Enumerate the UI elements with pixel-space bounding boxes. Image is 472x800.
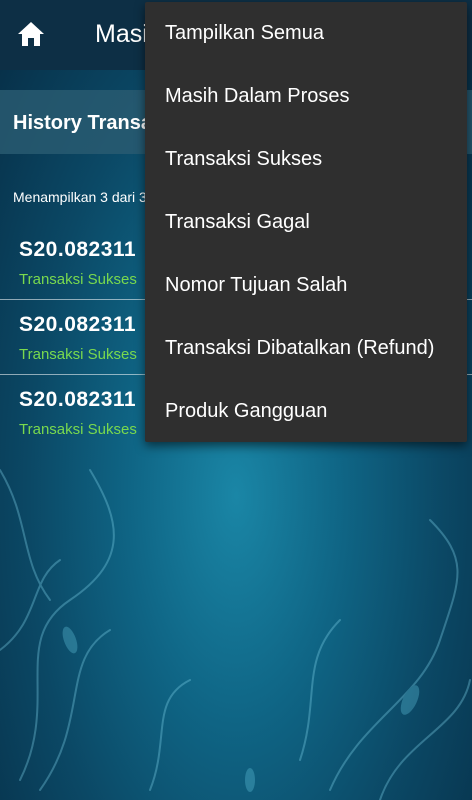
transaction-id: S20.082311 [19,313,137,336]
menu-item-transaksi-gagal[interactable]: Transaksi Gagal [145,191,467,254]
transaction-status: Transaksi Sukses [19,346,137,363]
menu-item-transaksi-dibatalkan[interactable]: Transaksi Dibatalkan (Refund) [145,317,467,380]
home-icon[interactable] [16,20,46,48]
transaction-status: Transaksi Sukses [19,421,137,438]
menu-item-produk-gangguan[interactable]: Produk Gangguan [145,380,467,443]
menu-item-transaksi-sukses[interactable]: Transaksi Sukses [145,128,467,191]
menu-item-nomor-tujuan-salah[interactable]: Nomor Tujuan Salah [145,254,467,317]
menu-item-tampilkan-semua[interactable]: Tampilkan Semua [145,2,467,65]
transaction-id: S20.082311 [19,238,137,261]
filter-dropdown-menu: Tampilkan Semua Masih Dalam Proses Trans… [145,2,467,442]
menu-item-masih-dalam-proses[interactable]: Masih Dalam Proses [145,65,467,128]
transaction-id: S20.082311 [19,388,137,411]
transaction-status: Transaksi Sukses [19,271,137,288]
